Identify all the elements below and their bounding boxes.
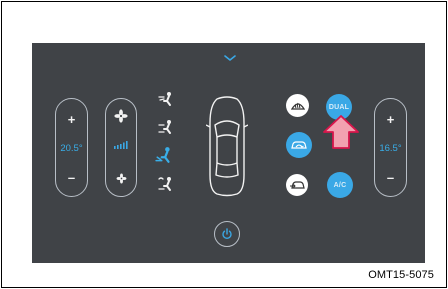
driver-temp-up-button[interactable]: + [68, 113, 76, 126]
air-recirculation-icon [291, 140, 307, 149]
passenger-temp-control: + 16.5° – [374, 98, 407, 197]
power-icon [222, 228, 232, 240]
car-top-view-icon [206, 96, 248, 197]
fresh-air-button[interactable] [286, 174, 308, 196]
fan-low-icon[interactable] [106, 173, 136, 184]
vent-face-feet-icon[interactable] [156, 117, 176, 137]
fan-high-icon[interactable] [106, 109, 136, 123]
chevron-down-icon[interactable] [223, 53, 237, 63]
front-defrost-button[interactable] [286, 94, 309, 117]
front-defrost-icon [290, 102, 305, 110]
power-button[interactable] [214, 221, 240, 247]
vent-face-icon[interactable] [156, 89, 176, 109]
passenger-temp-value: 16.5° [379, 142, 402, 154]
callout-arrow-icon [323, 115, 359, 149]
fan-speed-control [105, 98, 137, 197]
fresh-air-icon [289, 181, 305, 189]
driver-temp-value: 20.5° [60, 142, 83, 154]
fan-speed-bars-icon [106, 140, 136, 150]
vent-feet-icon[interactable] [154, 145, 174, 165]
driver-temp-down-button[interactable]: – [68, 171, 75, 184]
vent-defrost-feet-icon[interactable] [156, 174, 176, 194]
dual-button-label: DUAL [328, 103, 350, 111]
ac-button[interactable]: A/C [327, 172, 353, 198]
driver-temp-control: + 20.5° – [55, 98, 88, 197]
figure-frame: + 20.5° – DUAL A/C + 16.5° – OMT15-5075 [1, 1, 447, 288]
air-recirculation-button[interactable] [286, 132, 312, 158]
passenger-temp-up-button[interactable]: + [387, 113, 395, 126]
passenger-temp-down-button[interactable]: – [387, 171, 394, 184]
ac-button-label: A/C [333, 181, 347, 189]
figure-reference-code: OMT15-5075 [368, 269, 434, 281]
